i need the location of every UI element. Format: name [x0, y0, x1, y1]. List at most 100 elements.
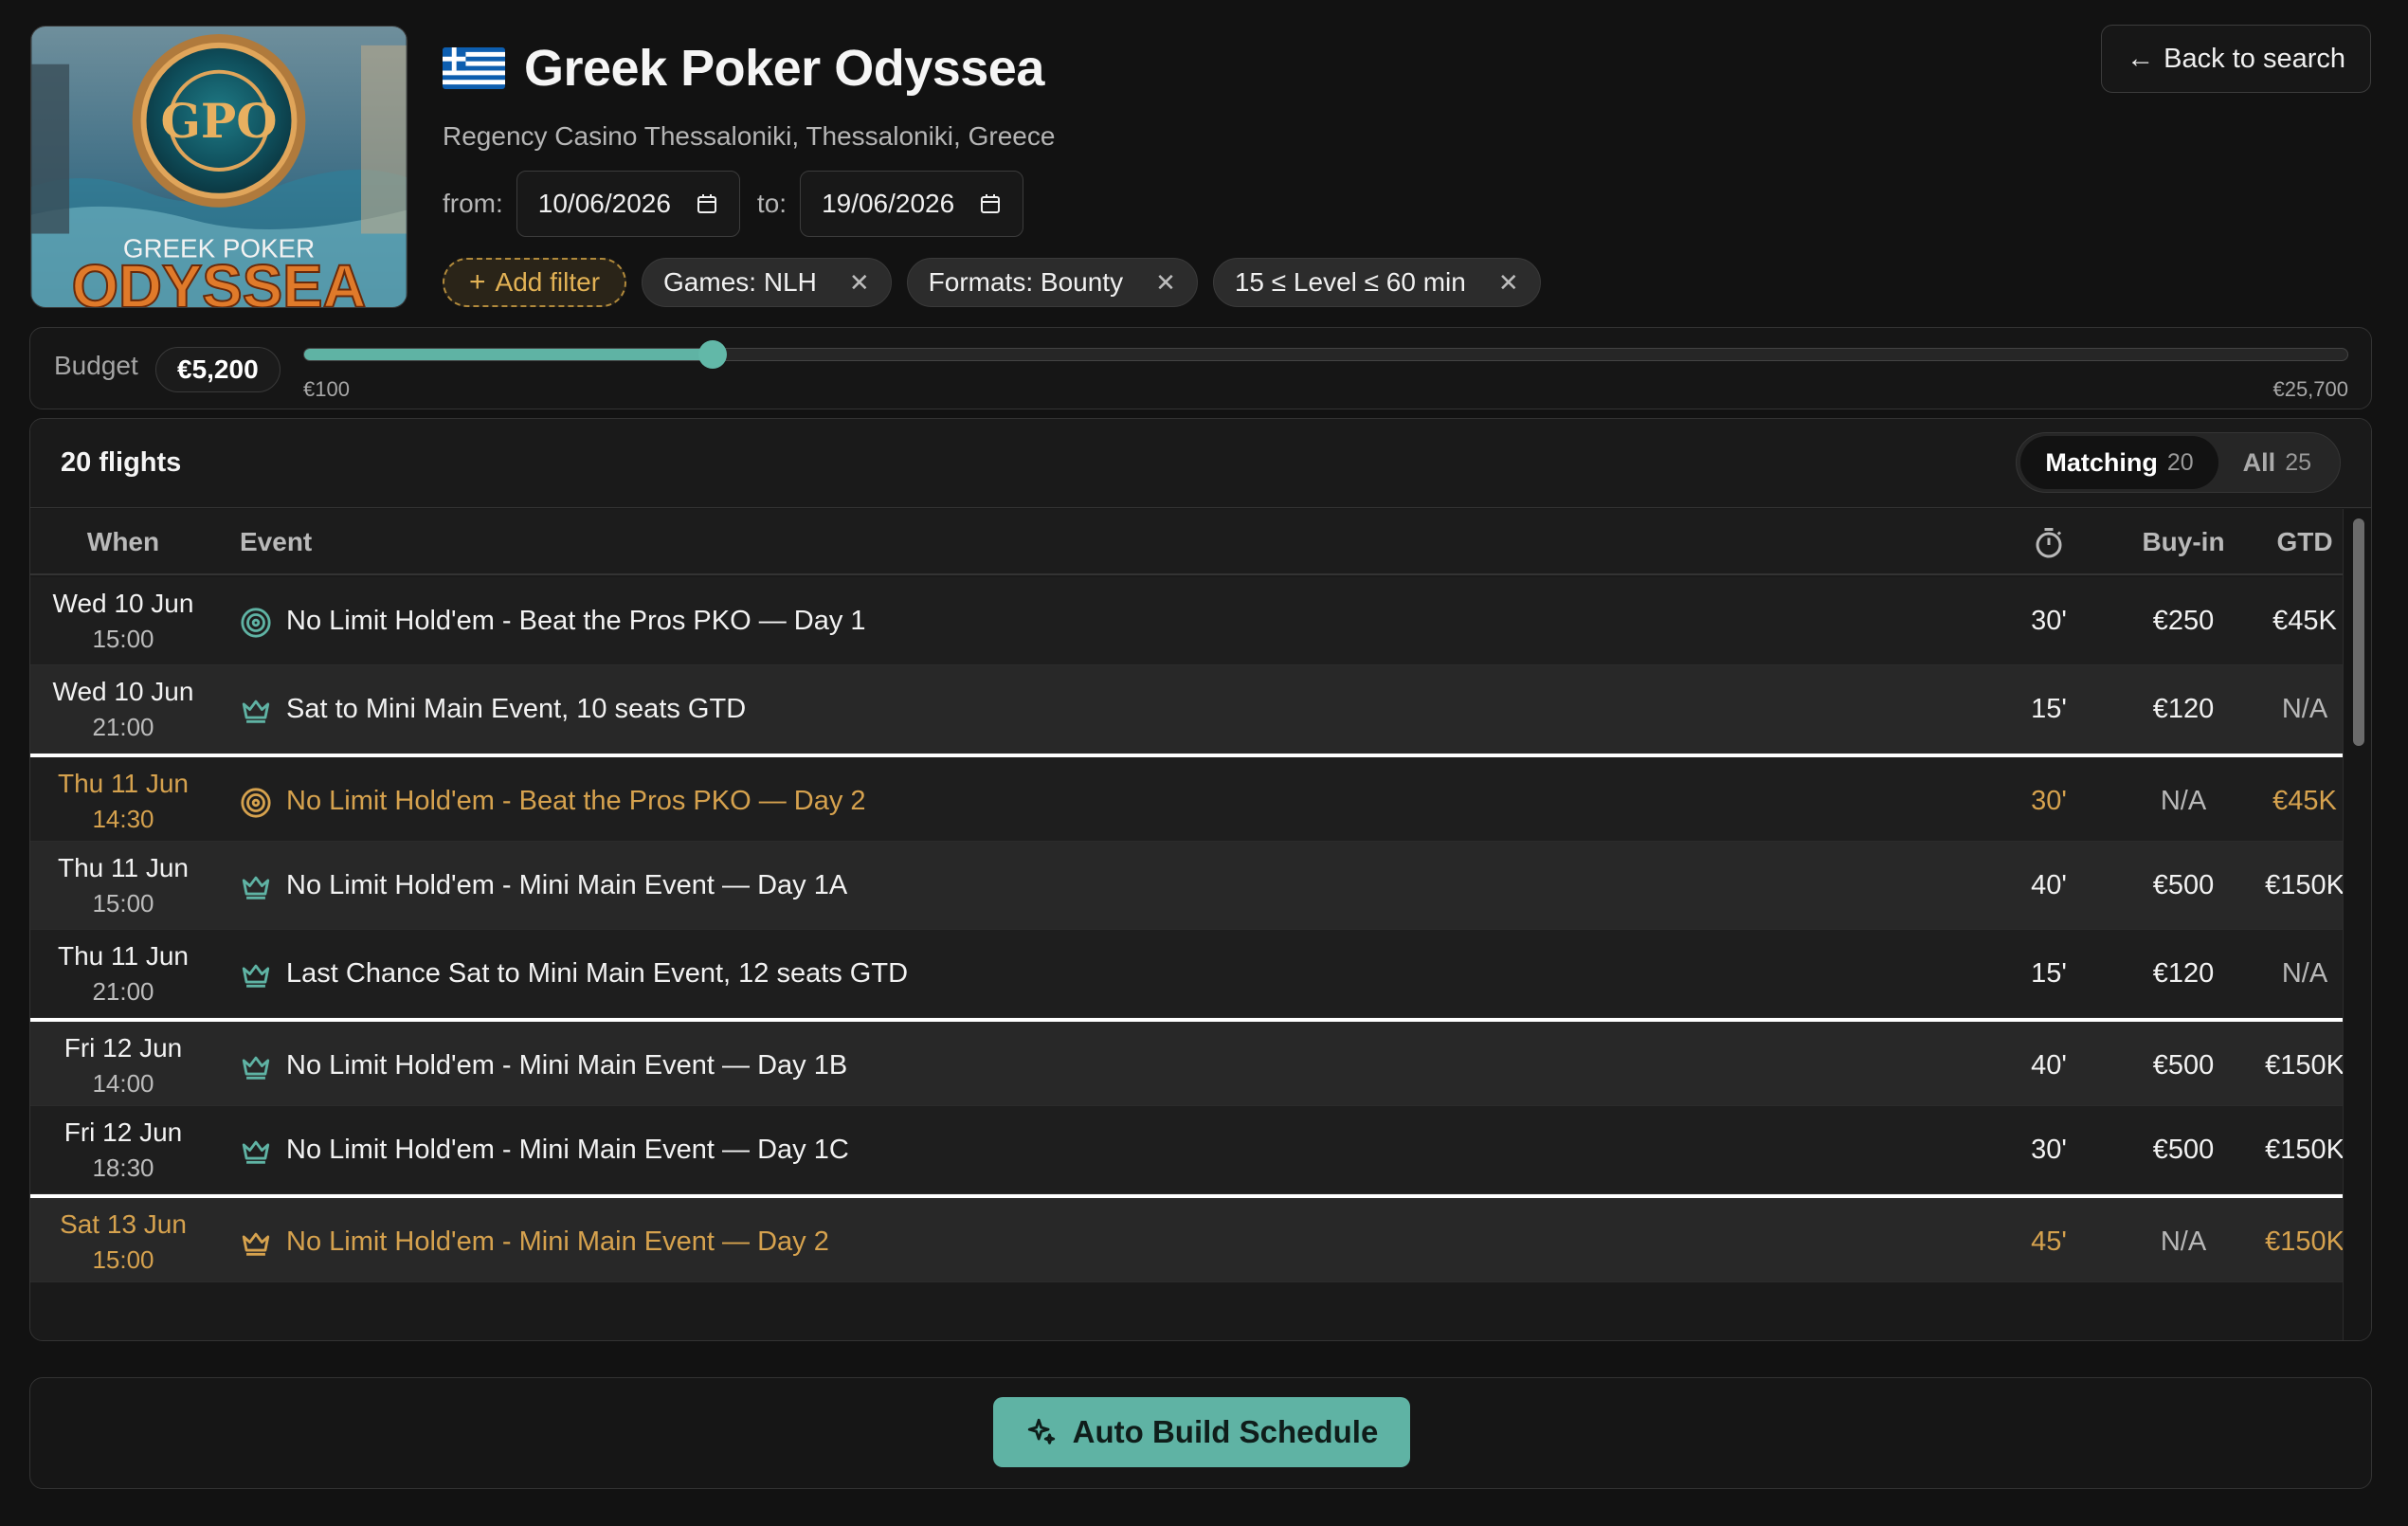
close-icon[interactable]: ✕	[1155, 268, 1176, 298]
crown-icon	[240, 1135, 272, 1168]
row-event-name: No Limit Hold'em - Mini Main Event — Day…	[286, 1226, 829, 1257]
close-icon[interactable]: ✕	[1498, 268, 1519, 298]
row-level: 30'	[2031, 786, 2067, 816]
svg-text:GPO: GPO	[160, 93, 277, 149]
crown-icon	[240, 1051, 272, 1083]
row-gtd: €150K	[2265, 1050, 2343, 1081]
row-level: 15'	[2031, 958, 2067, 989]
auto-build-label: Auto Build Schedule	[1072, 1414, 1379, 1449]
crown-icon	[240, 695, 272, 727]
table-row[interactable]: Thu 11 Jun 14:30 No Limit Hold'em - Beat t…	[30, 754, 2343, 842]
crown-icon	[240, 959, 272, 991]
row-date: Thu 11 Jun	[57, 941, 190, 971]
row-buyin: €120	[2152, 694, 2215, 724]
row-date: Wed 10 Jun	[52, 677, 194, 706]
filter-chip-formats[interactable]: Formats: Bounty ✕	[906, 258, 1198, 307]
row-event-name: No Limit Hold'em - Mini Main Event — Day…	[286, 1135, 849, 1165]
to-date-input[interactable]: 19/06/2026	[800, 171, 1024, 237]
row-level: 40'	[2031, 870, 2067, 900]
table-row[interactable]: Sat 13 Jun 15:00 No Limit Hold'em - Mini M…	[30, 1194, 2343, 1282]
add-filter-button[interactable]: + Add filter	[443, 258, 627, 307]
row-event-name: No Limit Hold'em - Mini Main Event — Day…	[286, 1050, 848, 1081]
filter-chip-level[interactable]: 15 ≤ Level ≤ 60 min ✕	[1212, 258, 1541, 307]
row-time: 15:00	[92, 889, 154, 917]
column-event[interactable]: Event	[240, 509, 312, 575]
flights-count: 20 flights	[61, 447, 182, 478]
filter-chip-label: Formats: Bounty	[928, 267, 1124, 297]
row-buyin: €500	[2152, 870, 2215, 900]
row-buyin: N/A	[2160, 786, 2207, 816]
row-time: 15:00	[92, 625, 154, 653]
table-row[interactable]: Wed 10 Jun 21:00 Sat to Mini Main Event, 1…	[30, 665, 2343, 754]
table-row[interactable]: Fri 12 Jun 14:00 No Limit Hold'em - Mini M…	[30, 1018, 2343, 1106]
flights-card-header: 20 flights Matching 20 All 25	[30, 419, 2371, 508]
matching-all-toggle: Matching 20 All 25	[2016, 432, 2341, 493]
table-header: When Event Buy-in GTD	[30, 509, 2343, 575]
table-row[interactable]: Wed 10 Jun 15:00 No Limit Hold'em - Beat t…	[30, 577, 2343, 665]
row-event-name: No Limit Hold'em - Beat the Pros PKO — D…	[286, 606, 866, 636]
row-event-name: No Limit Hold'em - Beat the Pros PKO — D…	[286, 786, 866, 816]
to-label: to:	[756, 189, 788, 218]
row-gtd: N/A	[2281, 694, 2328, 724]
flights-table-body: Wed 10 Jun 15:00 No Limit Hold'em - Beat t…	[30, 577, 2343, 1340]
row-buyin: €250	[2152, 606, 2215, 636]
row-time: 15:00	[92, 1245, 154, 1274]
row-level: 30'	[2031, 606, 2067, 636]
row-level: 15'	[2031, 694, 2067, 724]
budget-slider-thumb[interactable]	[698, 340, 728, 369]
calendar-icon[interactable]	[696, 192, 718, 215]
from-label: from:	[443, 189, 503, 218]
sparkle-icon	[1027, 1418, 1055, 1444]
toggle-all[interactable]: All 25	[2218, 436, 2336, 489]
auto-build-schedule-button[interactable]: Auto Build Schedule	[993, 1397, 1410, 1467]
budget-slider[interactable]	[303, 340, 2348, 369]
toggle-count: 25	[2285, 448, 2311, 476]
stopwatch-icon[interactable]	[2030, 509, 2068, 575]
row-buyin: €120	[2152, 958, 2215, 989]
target-icon	[240, 787, 272, 819]
toggle-count: 20	[2166, 448, 2194, 476]
row-date: Fri 12 Jun	[63, 1033, 183, 1063]
target-icon	[240, 607, 272, 639]
crown-icon	[240, 1227, 272, 1260]
scrollbar-thumb[interactable]	[2353, 518, 2364, 746]
close-icon[interactable]: ✕	[849, 268, 870, 298]
filter-chip-label: Games: NLH	[663, 267, 817, 297]
column-buyin[interactable]: Buy-in	[2125, 509, 2242, 575]
filter-bar: + Add filter Games: NLH ✕ Formats: Bount…	[443, 258, 1556, 307]
row-gtd: €150K	[2265, 870, 2343, 900]
table-row[interactable]: Fri 12 Jun 18:30 No Limit Hold'em - Mini M…	[30, 1106, 2343, 1194]
row-gtd: €45K	[2272, 606, 2337, 636]
column-when[interactable]: When	[30, 509, 216, 575]
row-buyin: €500	[2152, 1135, 2215, 1165]
calendar-icon[interactable]	[979, 192, 1002, 215]
flights-card: 20 flights Matching 20 All 25 When Event…	[29, 418, 2372, 1341]
row-level: 30'	[2031, 1135, 2067, 1165]
row-date: Thu 11 Jun	[57, 853, 190, 882]
page-title: Greek Poker Odyssea	[524, 40, 1044, 97]
row-date: Fri 12 Jun	[63, 1117, 183, 1147]
row-time: 18:30	[92, 1154, 154, 1182]
toggle-matching[interactable]: Matching 20	[2020, 436, 2218, 489]
from-date-input[interactable]: 10/06/2026	[516, 171, 740, 237]
row-event-name: No Limit Hold'em - Mini Main Event — Day…	[286, 870, 848, 900]
filter-chip-games[interactable]: Games: NLH ✕	[642, 258, 892, 307]
plus-icon: +	[469, 266, 486, 298]
toggle-label: Matching	[2045, 447, 2158, 477]
date-range: from: 10/06/2026 to: 19/06/2026	[443, 171, 1024, 237]
budget-panel: Budget €5,200 €100 €25,700	[29, 327, 2372, 409]
row-gtd: N/A	[2281, 958, 2328, 989]
budget-max-label: €25,700	[2272, 377, 2348, 401]
row-gtd: €150K	[2265, 1135, 2343, 1165]
table-scrollbar[interactable]	[2343, 509, 2371, 1340]
footer-panel: Auto Build Schedule	[29, 1377, 2372, 1489]
from-date-value: 10/06/2026	[537, 189, 671, 218]
row-time: 14:30	[92, 805, 154, 833]
row-time: 21:00	[92, 713, 154, 741]
back-to-search-button[interactable]: ← Back to search	[2101, 25, 2371, 93]
add-filter-label: Add filter	[495, 267, 601, 297]
row-date: Sat 13 Jun	[60, 1209, 187, 1239]
row-time: 14:00	[92, 1069, 154, 1098]
table-row[interactable]: Thu 11 Jun 15:00 No Limit Hold'em - Mini M…	[30, 842, 2343, 930]
table-row[interactable]: Thu 11 Jun 21:00 Last Chance Sat to Mini M…	[30, 930, 2343, 1018]
